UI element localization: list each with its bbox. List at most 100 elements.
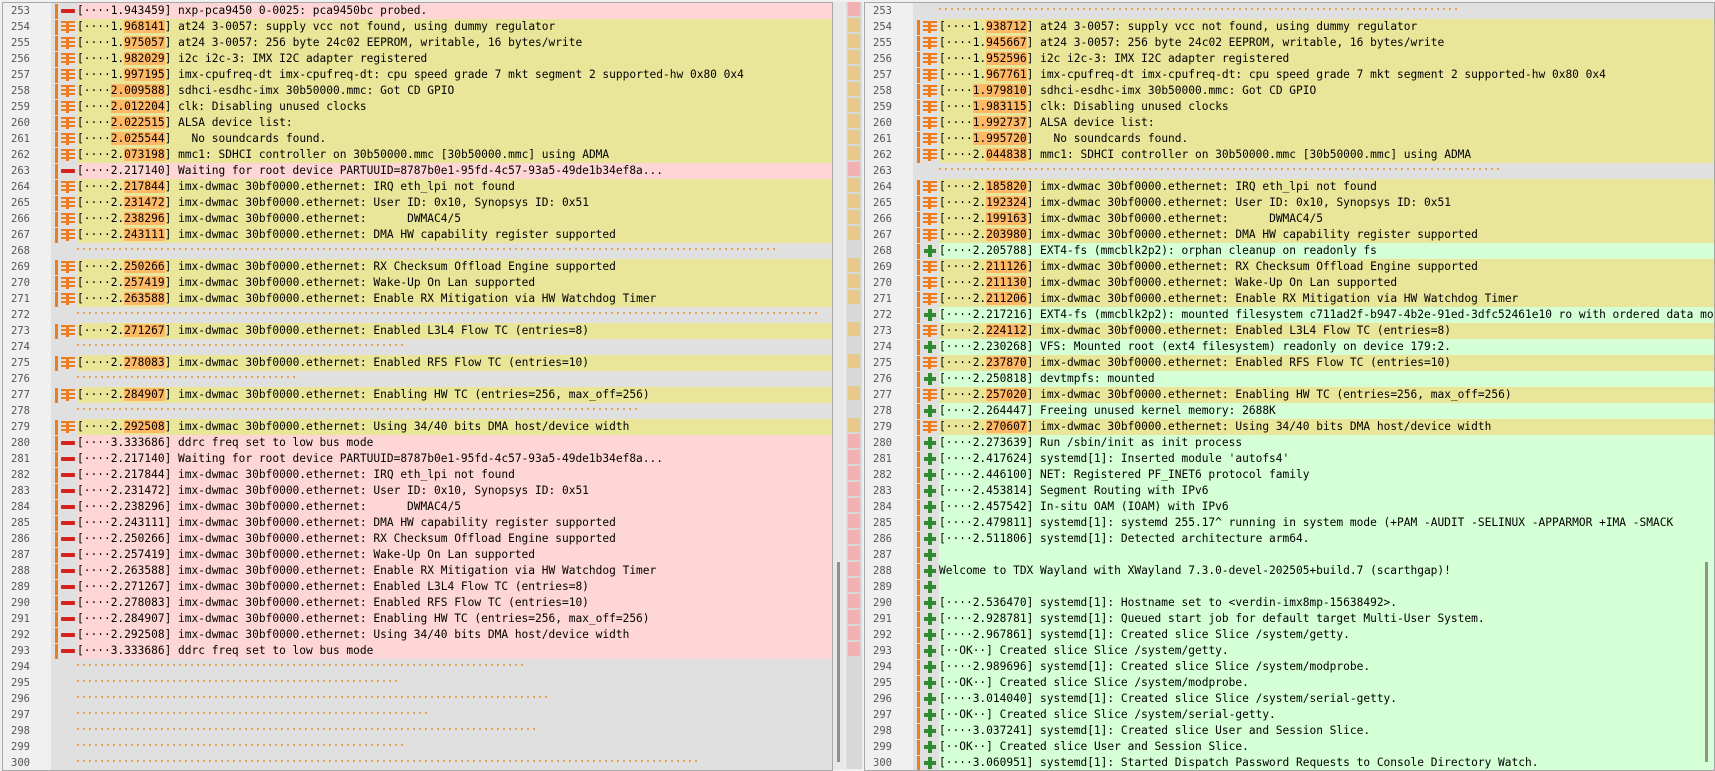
change-icon[interactable] — [61, 85, 75, 97]
plus-icon[interactable] — [923, 645, 937, 657]
plus-icon[interactable] — [923, 757, 937, 769]
plus-icon[interactable] — [923, 373, 937, 385]
left-diff-line[interactable]: 275 [····2.278083] imx-dwmac 30bf0000.eth… — [3, 355, 832, 371]
left-diff-line[interactable]: 283 [····2.231472] imx-dwmac 30bf0000.eth… — [3, 483, 832, 499]
plus-icon[interactable] — [923, 709, 937, 721]
change-icon[interactable] — [61, 261, 75, 273]
change-icon[interactable] — [923, 117, 937, 129]
right-diff-line[interactable]: 270 [····2.211130] imx-dwmac 30bf0000.eth… — [865, 275, 1714, 291]
change-icon[interactable] — [61, 277, 75, 289]
left-diff-line[interactable]: 257 [····1.997195] imx-cpufreq-dt imx-cpu… — [3, 67, 832, 83]
plus-icon[interactable] — [923, 485, 937, 497]
plus-icon[interactable] — [923, 405, 937, 417]
change-icon[interactable] — [61, 181, 75, 193]
right-diff-line[interactable]: 254 [····1.938712] at24 3-0057: supply vc… — [865, 19, 1714, 35]
change-icon[interactable] — [923, 133, 937, 145]
left-diff-line[interactable]: 287 [····2.257419] imx-dwmac 30bf0000.eth… — [3, 547, 832, 563]
right-diff-line[interactable]: 271 [····2.211206] imx-dwmac 30bf0000.eth… — [865, 291, 1714, 307]
plus-icon[interactable] — [923, 725, 937, 737]
right-diff-line[interactable]: 280 [····2.273639] Run /sbin/init as init… — [865, 435, 1714, 451]
change-icon[interactable] — [61, 357, 75, 369]
right-diff-line[interactable]: 267 [····2.203980] imx-dwmac 30bf0000.eth… — [865, 227, 1714, 243]
change-icon[interactable] — [61, 197, 75, 209]
left-diff-line[interactable]: 286 [····2.250266] imx-dwmac 30bf0000.eth… — [3, 531, 832, 547]
right-diff-line[interactable]: 295 [··OK··] Created slice Slice /system/… — [865, 675, 1714, 691]
right-diff-line[interactable]: 286 [····2.511806] systemd[1]: Detected a… — [865, 531, 1714, 547]
right-diff-line[interactable]: 276 [····2.250818] devtmpfs: mounted — [865, 371, 1714, 387]
minus-icon[interactable] — [61, 617, 75, 621]
minus-icon[interactable] — [61, 569, 75, 573]
minus-icon[interactable] — [61, 489, 75, 493]
left-diff-line[interactable]: 268 — [3, 243, 832, 259]
change-icon[interactable] — [923, 213, 937, 225]
minus-icon[interactable] — [61, 601, 75, 605]
change-icon[interactable] — [923, 421, 937, 433]
left-diff-line[interactable]: 293 [····3.333686] ddrc freq set to low b… — [3, 643, 832, 659]
plus-icon[interactable] — [923, 677, 937, 689]
change-icon[interactable] — [923, 357, 937, 369]
change-icon[interactable] — [61, 421, 75, 433]
left-diff-line[interactable]: 253 [····1.943459] nxp-pca9450 0-0025: pc… — [3, 3, 832, 19]
change-icon[interactable] — [923, 277, 937, 289]
left-diff-line[interactable]: 269 [····2.250266] imx-dwmac 30bf0000.eth… — [3, 259, 832, 275]
left-diff-line[interactable]: 259 [····2.012204] clk: Disabling unused … — [3, 99, 832, 115]
change-icon[interactable] — [923, 181, 937, 193]
change-icon[interactable] — [61, 293, 75, 305]
right-diff-line[interactable]: 283 [····2.453814] Segment Routing with I… — [865, 483, 1714, 499]
right-diff-line[interactable]: 289 — [865, 579, 1714, 595]
left-pane[interactable]: 253 [····1.943459] nxp-pca9450 0-0025: pc… — [2, 2, 833, 771]
left-diff-line[interactable]: 284 [····2.238296] imx-dwmac 30bf0000.eth… — [3, 499, 832, 515]
change-icon[interactable] — [923, 293, 937, 305]
change-icon[interactable] — [923, 85, 937, 97]
right-diff-line[interactable]: 266 [····2.199163] imx-dwmac 30bf0000.eth… — [865, 211, 1714, 227]
change-icon[interactable] — [923, 53, 937, 65]
right-diff-line[interactable]: 258 [····1.979810] sdhci-esdhc-imx 30b500… — [865, 83, 1714, 99]
change-icon[interactable] — [923, 21, 937, 33]
change-icon[interactable] — [61, 133, 75, 145]
right-diff-line[interactable]: 296 [····3.014040] systemd[1]: Created sl… — [865, 691, 1714, 707]
right-diff-line[interactable]: 278 [····2.264447] Freeing unused kernel … — [865, 403, 1714, 419]
right-diff-line[interactable]: 287 — [865, 547, 1714, 563]
left-diff-line[interactable]: 256 [····1.982029] i2c i2c-3: IMX I2C ada… — [3, 51, 832, 67]
right-diff-line[interactable]: 285 [····2.479811] systemd[1]: systemd 25… — [865, 515, 1714, 531]
change-icon[interactable] — [61, 389, 75, 401]
right-diff-line[interactable]: 291 [····2.928781] systemd[1]: Queued sta… — [865, 611, 1714, 627]
minus-icon[interactable] — [61, 521, 75, 525]
plus-icon[interactable] — [923, 341, 937, 353]
right-diff-line[interactable]: 264 [····2.185820] imx-dwmac 30bf0000.eth… — [865, 179, 1714, 195]
change-icon[interactable] — [61, 37, 75, 49]
left-diff-line[interactable]: 273 [····2.271267] imx-dwmac 30bf0000.eth… — [3, 323, 832, 339]
change-icon[interactable] — [61, 229, 75, 241]
left-diff-line[interactable]: 265 [····2.231472] imx-dwmac 30bf0000.eth… — [3, 195, 832, 211]
left-diff-line[interactable]: 295 — [3, 675, 832, 691]
left-diff-line[interactable]: 289 [····2.271267] imx-dwmac 30bf0000.eth… — [3, 579, 832, 595]
right-diff-line[interactable]: 269 [····2.211126] imx-dwmac 30bf0000.eth… — [865, 259, 1714, 275]
left-diff-line[interactable]: 294 — [3, 659, 832, 675]
left-diff-line[interactable]: 290 [····2.278083] imx-dwmac 30bf0000.eth… — [3, 595, 832, 611]
right-diff-line[interactable]: 279 [····2.270607] imx-dwmac 30bf0000.eth… — [865, 419, 1714, 435]
right-diff-line[interactable]: 263 — [865, 163, 1714, 179]
right-diff-line[interactable]: 284 [····2.457542] In-situ OAM (IOAM) wit… — [865, 499, 1714, 515]
minus-icon[interactable] — [61, 457, 75, 461]
left-diff-line[interactable]: 280 [····3.333686] ddrc freq set to low b… — [3, 435, 832, 451]
minus-icon[interactable] — [61, 9, 75, 13]
left-diff-line[interactable]: 282 [····2.217844] imx-dwmac 30bf0000.eth… — [3, 467, 832, 483]
change-icon[interactable] — [61, 21, 75, 33]
minus-icon[interactable] — [61, 441, 75, 445]
change-icon[interactable] — [61, 69, 75, 81]
right-diff-line[interactable]: 282 [····2.446100] NET: Registered PF_INE… — [865, 467, 1714, 483]
plus-icon[interactable] — [923, 453, 937, 465]
plus-icon[interactable] — [923, 517, 937, 529]
right-diff-line[interactable]: 265 [····2.192324] imx-dwmac 30bf0000.eth… — [865, 195, 1714, 211]
change-icon[interactable] — [923, 69, 937, 81]
right-diff-line[interactable]: 257 [····1.967761] imx-cpufreq-dt imx-cpu… — [865, 67, 1714, 83]
left-diff-line[interactable]: 274 — [3, 339, 832, 355]
right-diff-line[interactable]: 273 [····2.224112] imx-dwmac 30bf0000.eth… — [865, 323, 1714, 339]
plus-icon[interactable] — [923, 245, 937, 257]
left-diff-line[interactable]: 261 [····2.025544] No soundcards found. — [3, 131, 832, 147]
change-icon[interactable] — [61, 117, 75, 129]
right-diff-line[interactable]: 268 [····2.205788] EXT4-fs (mmcblk2p2): o… — [865, 243, 1714, 259]
plus-icon[interactable] — [923, 629, 937, 641]
right-diff-line[interactable]: 274 [····2.230268] VFS: Mounted root (ext… — [865, 339, 1714, 355]
right-diff-line[interactable]: 294 [····2.989696] systemd[1]: Created sl… — [865, 659, 1714, 675]
